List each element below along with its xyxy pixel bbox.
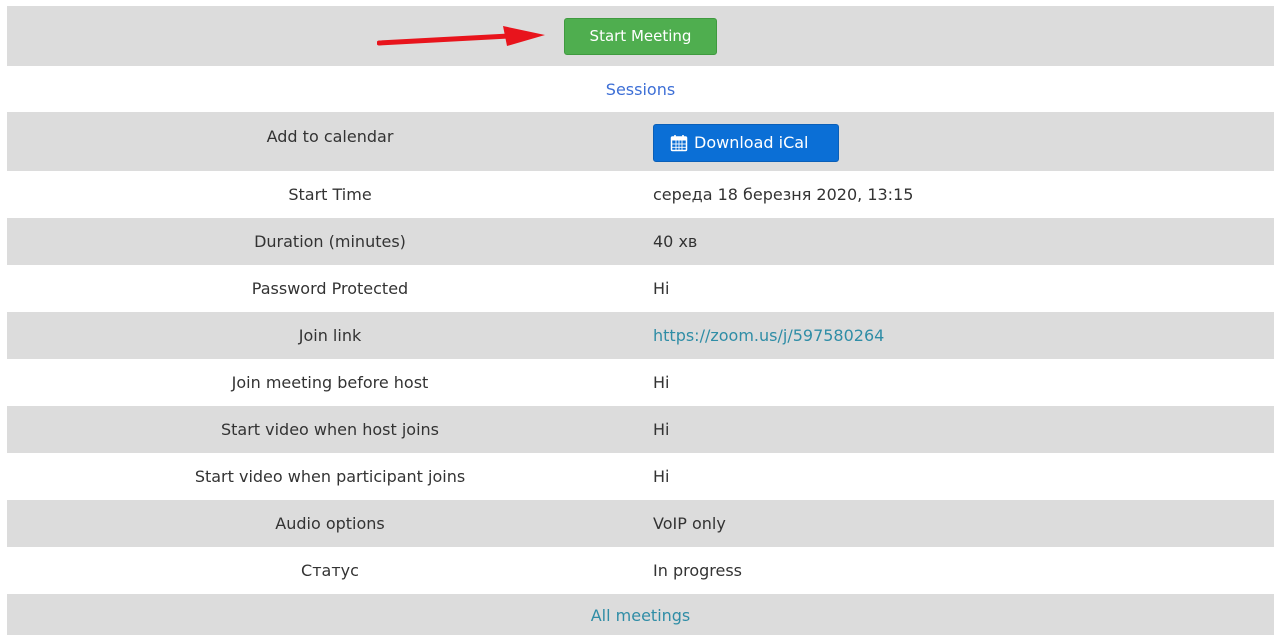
download-ical-label: Download iCal — [694, 133, 809, 152]
sessions-row: Sessions — [7, 66, 1274, 112]
start-time-value: середа 18 березня 2020, 13:15 — [653, 185, 914, 204]
start-meeting-button[interactable]: Start Meeting — [564, 17, 717, 55]
add-to-calendar-value: Download iCal — [653, 122, 1274, 162]
join-link-label: Join link — [298, 326, 362, 345]
detail-row-join-link: Join link https://zoom.us/j/597580264 — [7, 312, 1274, 359]
audio-options-value: VoIP only — [653, 514, 726, 533]
download-ical-button[interactable]: Download iCal — [653, 123, 839, 162]
status-value: In progress — [653, 561, 743, 580]
participant-video-value: Ні — [653, 467, 670, 486]
detail-row-password: Password Protected Ні — [7, 265, 1274, 312]
join-link-value: https://zoom.us/j/597580264 — [653, 326, 1274, 345]
join-link[interactable]: https://zoom.us/j/597580264 — [653, 326, 884, 345]
red-arrow-annotation — [377, 26, 545, 46]
duration-value: 40 хв — [653, 232, 698, 251]
detail-row-status: Статус In progress — [7, 547, 1274, 594]
detail-row-duration: Duration (minutes) 40 хв — [7, 218, 1274, 265]
add-to-calendar-label: Add to calendar — [266, 127, 394, 146]
detail-row-audio: Audio options VoIP only — [7, 500, 1274, 547]
password-protected-label: Password Protected — [251, 279, 409, 298]
duration-label: Duration (minutes) — [254, 232, 406, 251]
detail-row-start-time: Start Time середа 18 березня 2020, 13:15 — [7, 171, 1274, 218]
meeting-details-table: Start Meeting Sessions Add to calendar D… — [7, 6, 1274, 635]
host-video-label: Start video when host joins — [220, 420, 440, 439]
detail-row-participant-video: Start video when participant joins Ні — [7, 453, 1274, 500]
participant-video-label: Start video when participant joins — [194, 467, 466, 486]
join-before-host-value: Ні — [653, 373, 670, 392]
join-before-host-label: Join meeting before host — [231, 373, 429, 392]
all-meetings-row: All meetings — [7, 594, 1274, 635]
calendar-icon — [670, 134, 688, 152]
audio-options-label: Audio options — [275, 514, 385, 533]
meeting-details-page: Start Meeting Sessions Add to calendar D… — [0, 0, 1275, 635]
start-time-label: Start Time — [288, 185, 372, 204]
status-label: Статус — [301, 561, 359, 580]
add-to-calendar-row: Add to calendar Download iCal — [7, 112, 1274, 171]
start-meeting-row: Start Meeting — [7, 6, 1274, 66]
detail-row-host-video: Start video when host joins Ні — [7, 406, 1274, 453]
password-protected-value: Ні — [653, 279, 670, 298]
detail-row-join-before-host: Join meeting before host Ні — [7, 359, 1274, 406]
all-meetings-link[interactable]: All meetings — [591, 606, 691, 625]
sessions-link[interactable]: Sessions — [606, 80, 675, 99]
host-video-value: Ні — [653, 420, 670, 439]
